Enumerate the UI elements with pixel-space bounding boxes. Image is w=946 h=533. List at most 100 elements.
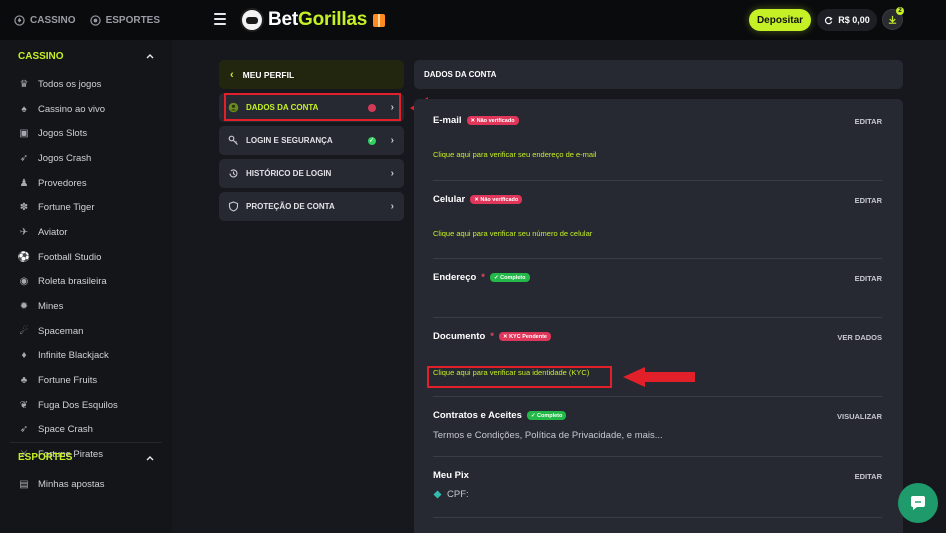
sidebar-item-todos-os-jogos[interactable]: ♛ Todos os jogos [0,72,172,97]
divider [433,396,882,397]
chevron-up-icon [146,54,154,59]
deposit-button[interactable]: Depositar [749,9,811,31]
crown-icon: ♛ [19,78,29,90]
annotation-highlight-box [427,366,612,388]
sidebar-item-label: Cassino ao vivo [38,103,106,115]
balance-value: R$ 0,00 [838,15,870,25]
sidebar-item-infinite-blackjack[interactable]: ♦ Infinite Blackjack [0,344,172,369]
sidebar-item-fortune-tiger[interactable]: ✽ Fortune Tiger [0,195,172,220]
menu-item-protecao-conta[interactable]: PROTEÇÃO DE CONTA › [219,192,404,221]
sidebar-item-label: Aviator [38,226,68,238]
top-nav-esportes-label: ESPORTES [105,14,161,26]
verify-email-link[interactable]: Clique aqui para verificar seu endereço … [433,150,882,159]
gorilla-logo-icon [240,8,264,32]
rocket-icon: ➶ [19,152,29,164]
menu-item-label: HISTÓRICO DE LOGIN [246,169,332,178]
sidebar-item-label: Mines [38,301,64,313]
profile-menu-title: MEU PERFIL [242,69,295,80]
shield-icon [228,201,239,212]
divider [433,517,882,518]
sidebar-item-provedores[interactable]: ♟ Provedores [0,171,172,196]
user-avatar[interactable]: 2 [882,7,904,30]
status-badge: ✕ Não verificado [470,195,523,204]
menu-item-login-seguranca[interactable]: LOGIN E SEGURANÇA ✓ › [219,126,404,155]
pix-label: Meu Pix [433,470,469,481]
annotation-highlight-box [224,93,401,121]
sidebar-item-label: Fuga Dos Esquilos [38,399,118,411]
sidebar-item-label: Provedores [38,177,87,189]
sidebar-item-space-crash[interactable]: ➶ Space Crash [0,418,172,443]
cards-icon: ♠ [21,103,27,115]
sidebar-item-label: Infinite Blackjack [38,350,109,362]
chevron-right-icon: › [390,168,394,179]
gift-icon[interactable] [373,13,386,27]
balance-display[interactable]: R$ 0,00 [817,9,877,31]
blackjack-icon: ♦ [21,350,27,362]
sidebar-item-jogos-crash[interactable]: ➶ Jogos Crash [0,146,172,171]
sidebar-item-fuga-dos-esquilos[interactable]: ❦ Fuga Dos Esquilos [0,393,172,418]
email-row: E-mail ✕ Não verificado EDITAR Clique aqu… [433,115,882,159]
pix-icon [433,490,442,499]
sidebar-section-esportes[interactable]: ESPORTES [0,443,172,472]
plane-icon: ✈ [19,226,29,238]
sidebar-item-label: Spaceman [38,325,84,337]
chevron-right-icon: › [390,135,394,146]
ball-icon: ⚽ [17,251,31,263]
sidebar-section-casino[interactable]: CASSINO [0,40,172,72]
sidebar-item-aviator[interactable]: ✈ Aviator [0,220,172,245]
top-nav-esportes[interactable]: ESPORTES [89,14,161,26]
divider [433,456,882,457]
edit-pix-button[interactable]: EDITAR [855,472,882,481]
email-label: E-mail [433,115,462,126]
chat-button[interactable] [898,483,938,523]
sidebar-item-jogos-slots[interactable]: ▣ Jogos Slots [0,121,172,146]
address-row: Endereço * ✓ Completo EDITAR [433,272,882,283]
pix-value: CPF: [433,489,882,500]
panel-title: DADOS DA CONTA [424,70,497,79]
verify-phone-link[interactable]: Clique aqui para verificar seu número de… [433,229,882,238]
view-document-button[interactable]: VER DADOS [837,333,882,342]
sidebar-section-esportes-label: ESPORTES [18,452,73,463]
pix-key-label: CPF: [447,489,469,500]
edit-phone-button[interactable]: EDITAR [855,196,882,205]
menu-toggle-icon[interactable] [214,13,226,25]
sidebar-item-label: Football Studio [38,251,102,263]
rocket-icon: ➶ [19,424,29,436]
logo[interactable]: BetGorillas [240,7,386,33]
chevron-left-icon: ‹ [230,68,234,81]
divider [433,258,882,259]
refresh-icon [825,16,833,24]
contracts-description: Termos e Condições, Política de Privacid… [433,430,663,441]
status-badge: ✓ Completo [490,273,530,282]
sidebar-item-label: Space Crash [38,424,93,436]
edit-email-button[interactable]: EDITAR [855,117,882,126]
sidebar-item-cassino-ao-vivo[interactable]: ♠ Cassino ao vivo [0,97,172,122]
chat-icon [911,496,925,510]
sidebar-item-fortune-fruits[interactable]: ♣ Fortune Fruits [0,368,172,393]
sidebar-item-minhas-apostas[interactable]: ▤ Minhas apostas [0,472,172,497]
sidebar-item-label: Jogos Crash [38,152,92,164]
sidebar-item-roleta-brasileira[interactable]: ◉ Roleta brasileira [0,270,172,295]
sidebar-item-spaceman[interactable]: ☄ Spaceman [0,319,172,344]
sidebar-item-label: Todos os jogos [38,78,102,90]
profile-menu-back[interactable]: ‹ MEU PERFIL [219,60,404,89]
view-contracts-button[interactable]: VISUALIZAR [837,412,882,421]
panel-header: DADOS DA CONTA [414,60,903,89]
top-nav-casino-label: CASSINO [30,14,76,26]
required-marker: * [490,331,494,342]
history-icon [228,168,239,179]
sidebar-item-mines[interactable]: ✹ Mines [0,294,172,319]
soccer-ball-icon [89,14,101,26]
sidebar-item-football-studio[interactable]: ⚽ Football Studio [0,245,172,270]
menu-item-label: LOGIN E SEGURANÇA [246,136,333,145]
sidebar-item-label: Minhas apostas [38,478,105,490]
menu-item-historico-login[interactable]: HISTÓRICO DE LOGIN › [219,159,404,188]
address-label: Endereço [433,272,477,283]
top-nav-casino[interactable]: CASSINO [14,15,76,26]
phone-row: Celular ✕ Não verificado EDITAR Clique aq… [433,194,882,238]
chevron-right-icon: › [390,201,394,212]
document-label: Documento [433,331,486,342]
edit-address-button[interactable]: EDITAR [855,274,882,283]
check-icon: ✓ [367,136,376,145]
status-badge: ✕ KYC Pendente [498,332,551,341]
